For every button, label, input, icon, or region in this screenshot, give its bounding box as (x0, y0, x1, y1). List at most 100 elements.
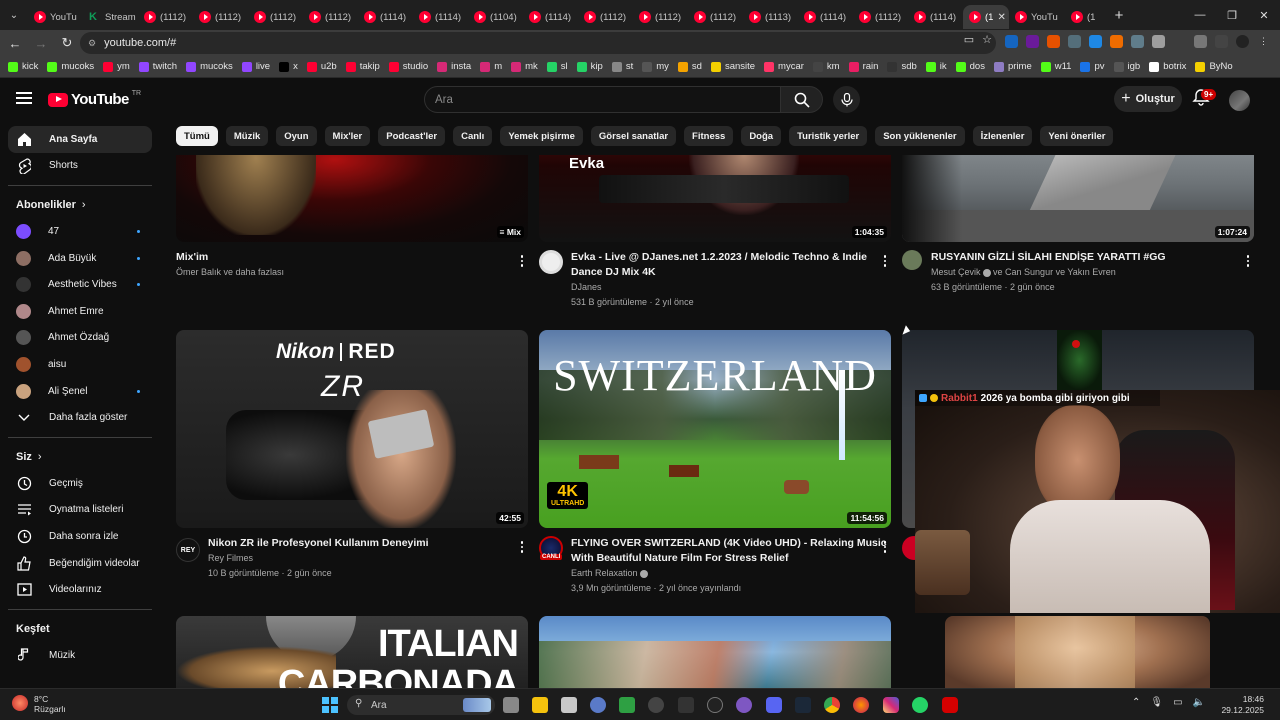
bookmark-item[interactable]: sd (677, 61, 702, 72)
bookmark-item[interactable]: m (480, 61, 502, 72)
new-tab-button[interactable]: + (1107, 7, 1131, 24)
bookmark-item[interactable]: kick (8, 61, 38, 72)
bookmark-item[interactable]: sl (546, 61, 568, 72)
filter-chip[interactable]: Podcast'ler (378, 126, 446, 146)
filter-chip[interactable]: Tümü (176, 126, 218, 146)
mic-icon[interactable]: 🎙 (1150, 697, 1163, 708)
app-icon[interactable] (736, 697, 752, 713)
tab-active[interactable]: (1 ✕ (963, 5, 1009, 29)
minimize-button[interactable]: — (1184, 9, 1216, 21)
video-thumbnail[interactable]: SWITZERLAND 4K ULTRAHD 11:54:56 (539, 330, 891, 528)
bookmark-item[interactable]: prime (993, 61, 1032, 72)
tab[interactable]: (1112) (688, 5, 743, 29)
filter-chip[interactable]: Son yüklenenler (875, 126, 965, 146)
bookmark-item[interactable]: sdb (887, 61, 917, 72)
chrome-icon[interactable] (824, 697, 840, 713)
site-info-icon[interactable]: ⚙ (88, 38, 96, 49)
bookmark-item[interactable]: igb (1113, 61, 1140, 72)
extension-icon[interactable] (1068, 35, 1081, 48)
app-icon[interactable] (678, 697, 694, 713)
tab[interactable]: (1114) (358, 5, 413, 29)
tab[interactable]: (1104) (468, 5, 523, 29)
filter-chip[interactable]: Fitness (684, 126, 734, 146)
tab[interactable]: (1112) (248, 5, 303, 29)
discord-icon[interactable] (766, 697, 782, 713)
file-explorer-icon[interactable] (532, 697, 548, 713)
bookmark-item[interactable]: sansite (710, 61, 755, 72)
app-icon[interactable] (707, 697, 723, 713)
more-options-icon[interactable] (1246, 253, 1250, 269)
bookmark-item[interactable]: km (812, 61, 840, 72)
bookmark-item[interactable]: w11 (1040, 61, 1071, 72)
tab[interactable]: YouTu (28, 5, 83, 29)
video-thumbnail[interactable]: ITALIAN CARBONADA (176, 616, 528, 688)
bookmark-item[interactable]: dos (955, 61, 985, 72)
filter-chip[interactable]: Doğa (741, 126, 782, 146)
bookmark-item[interactable]: ByNo (1195, 61, 1233, 72)
bookmark-item[interactable]: ym (103, 61, 130, 72)
video-thumbnail[interactable]: Nikon RED ZR 42:55 (176, 330, 528, 528)
more-options-icon[interactable] (520, 253, 524, 269)
channel-avatar[interactable]: REY (176, 538, 200, 562)
store-icon[interactable] (561, 697, 577, 713)
media-icon[interactable] (1194, 35, 1207, 48)
filter-chip[interactable]: Görsel sanatlar (590, 126, 677, 146)
filter-chip[interactable]: Oyun (276, 126, 317, 146)
close-window-button[interactable]: ✕ (1248, 9, 1280, 22)
steam-icon[interactable] (795, 697, 811, 713)
tab[interactable]: K Stream (83, 5, 138, 29)
bookmark-item[interactable]: x (279, 61, 298, 72)
tab[interactable]: (1 (1065, 5, 1107, 29)
tab[interactable]: (1114) (798, 5, 853, 29)
volume-icon[interactable]: 🔈 (1193, 697, 1205, 708)
forward-button[interactable]: → (30, 36, 52, 51)
clock[interactable]: 18:46 29.12.2025 (1221, 694, 1264, 716)
extension-icon[interactable] (1026, 35, 1039, 48)
bookmark-item[interactable]: mk (511, 61, 538, 72)
video-thumbnail[interactable]: Evka 1:04:35 (539, 155, 891, 242)
video-channel[interactable]: Rey Filmes (208, 551, 253, 565)
extension-icon[interactable] (1047, 35, 1060, 48)
bookmark-item[interactable]: st (611, 61, 633, 72)
tab[interactable]: (1113) (743, 5, 798, 29)
video-title-line1[interactable]: FLYING OVER SWITZERLAND (4K Video UHD) -… (571, 536, 887, 550)
settings-icon[interactable] (590, 697, 606, 713)
tab[interactable]: YouTu (1009, 5, 1065, 29)
video-channel[interactable]: Earth Relaxation (571, 566, 648, 580)
bookmark-item[interactable]: botrix (1149, 61, 1186, 72)
extension-icon[interactable] (1110, 35, 1123, 48)
extension-icon[interactable] (1005, 35, 1018, 48)
split-icon[interactable] (1215, 35, 1228, 48)
filter-chip[interactable]: Yemek pişirme (500, 126, 583, 146)
whatsapp-icon[interactable] (912, 697, 928, 713)
filter-chip[interactable]: İzlenenler (972, 126, 1033, 146)
video-title-line1[interactable]: Evka - Live @ DJanes.net 1.2.2023 / Melo… (571, 250, 867, 264)
tab[interactable]: (1114) (523, 5, 578, 29)
bookmark-item[interactable]: rain (848, 61, 878, 72)
tab[interactable]: (1112) (138, 5, 193, 29)
video-thumbnail[interactable]: 1:07:24 (902, 155, 1254, 242)
filter-chip[interactable]: Turistik yerler (789, 126, 868, 146)
filter-chip[interactable]: Yeni öneriler (1040, 126, 1114, 146)
bookmark-item[interactable]: my (642, 61, 669, 72)
search-input[interactable]: Ara (424, 86, 781, 113)
menu-icon[interactable] (16, 92, 32, 104)
bookmark-item[interactable]: mucoks (47, 61, 94, 72)
bookmark-star-icon[interactable]: ☆ (982, 33, 992, 46)
bookmark-item[interactable]: mycar (764, 61, 804, 72)
firefox-icon[interactable] (853, 697, 869, 713)
video-thumbnail[interactable] (945, 616, 1210, 688)
task-view-icon[interactable] (503, 697, 519, 713)
filter-chip[interactable]: Canlı (453, 126, 493, 146)
video-channel[interactable]: Ömer Balık ve daha fazlası (176, 265, 284, 279)
create-button[interactable]: + Oluştur (1114, 86, 1182, 112)
obs-icon[interactable] (648, 697, 664, 713)
puzzle-icon[interactable] (1152, 35, 1165, 48)
windows-start-icon[interactable] (322, 697, 338, 713)
channel-avatar[interactable] (539, 250, 563, 274)
tab[interactable]: (1112) (853, 5, 908, 29)
tab[interactable]: (1112) (193, 5, 248, 29)
bookmark-item[interactable]: ik (925, 61, 947, 72)
more-options-icon[interactable] (883, 539, 887, 555)
tab[interactable]: (1112) (578, 5, 633, 29)
